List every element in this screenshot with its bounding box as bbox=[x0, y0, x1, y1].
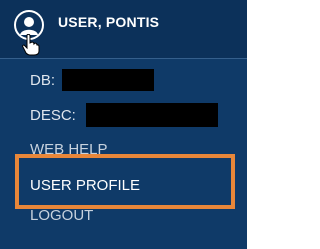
user-menu-header[interactable]: USER, PONTIS bbox=[0, 0, 247, 59]
user-name[interactable]: USER, PONTIS bbox=[58, 14, 159, 30]
user-menu-panel: USER, PONTIS DB: DESC: WEB HELP USER PRO… bbox=[0, 0, 247, 249]
menu-item-user-profile[interactable]: USER PROFILE bbox=[30, 177, 140, 194]
menu-item-db: DB: bbox=[30, 72, 56, 89]
redacted-desc-value bbox=[86, 103, 218, 127]
menu-item-logout[interactable]: LOGOUT bbox=[30, 207, 93, 224]
hand-pointer-icon bbox=[22, 33, 40, 61]
redacted-db-value bbox=[62, 69, 154, 91]
menu-item-desc: DESC: bbox=[30, 107, 76, 124]
